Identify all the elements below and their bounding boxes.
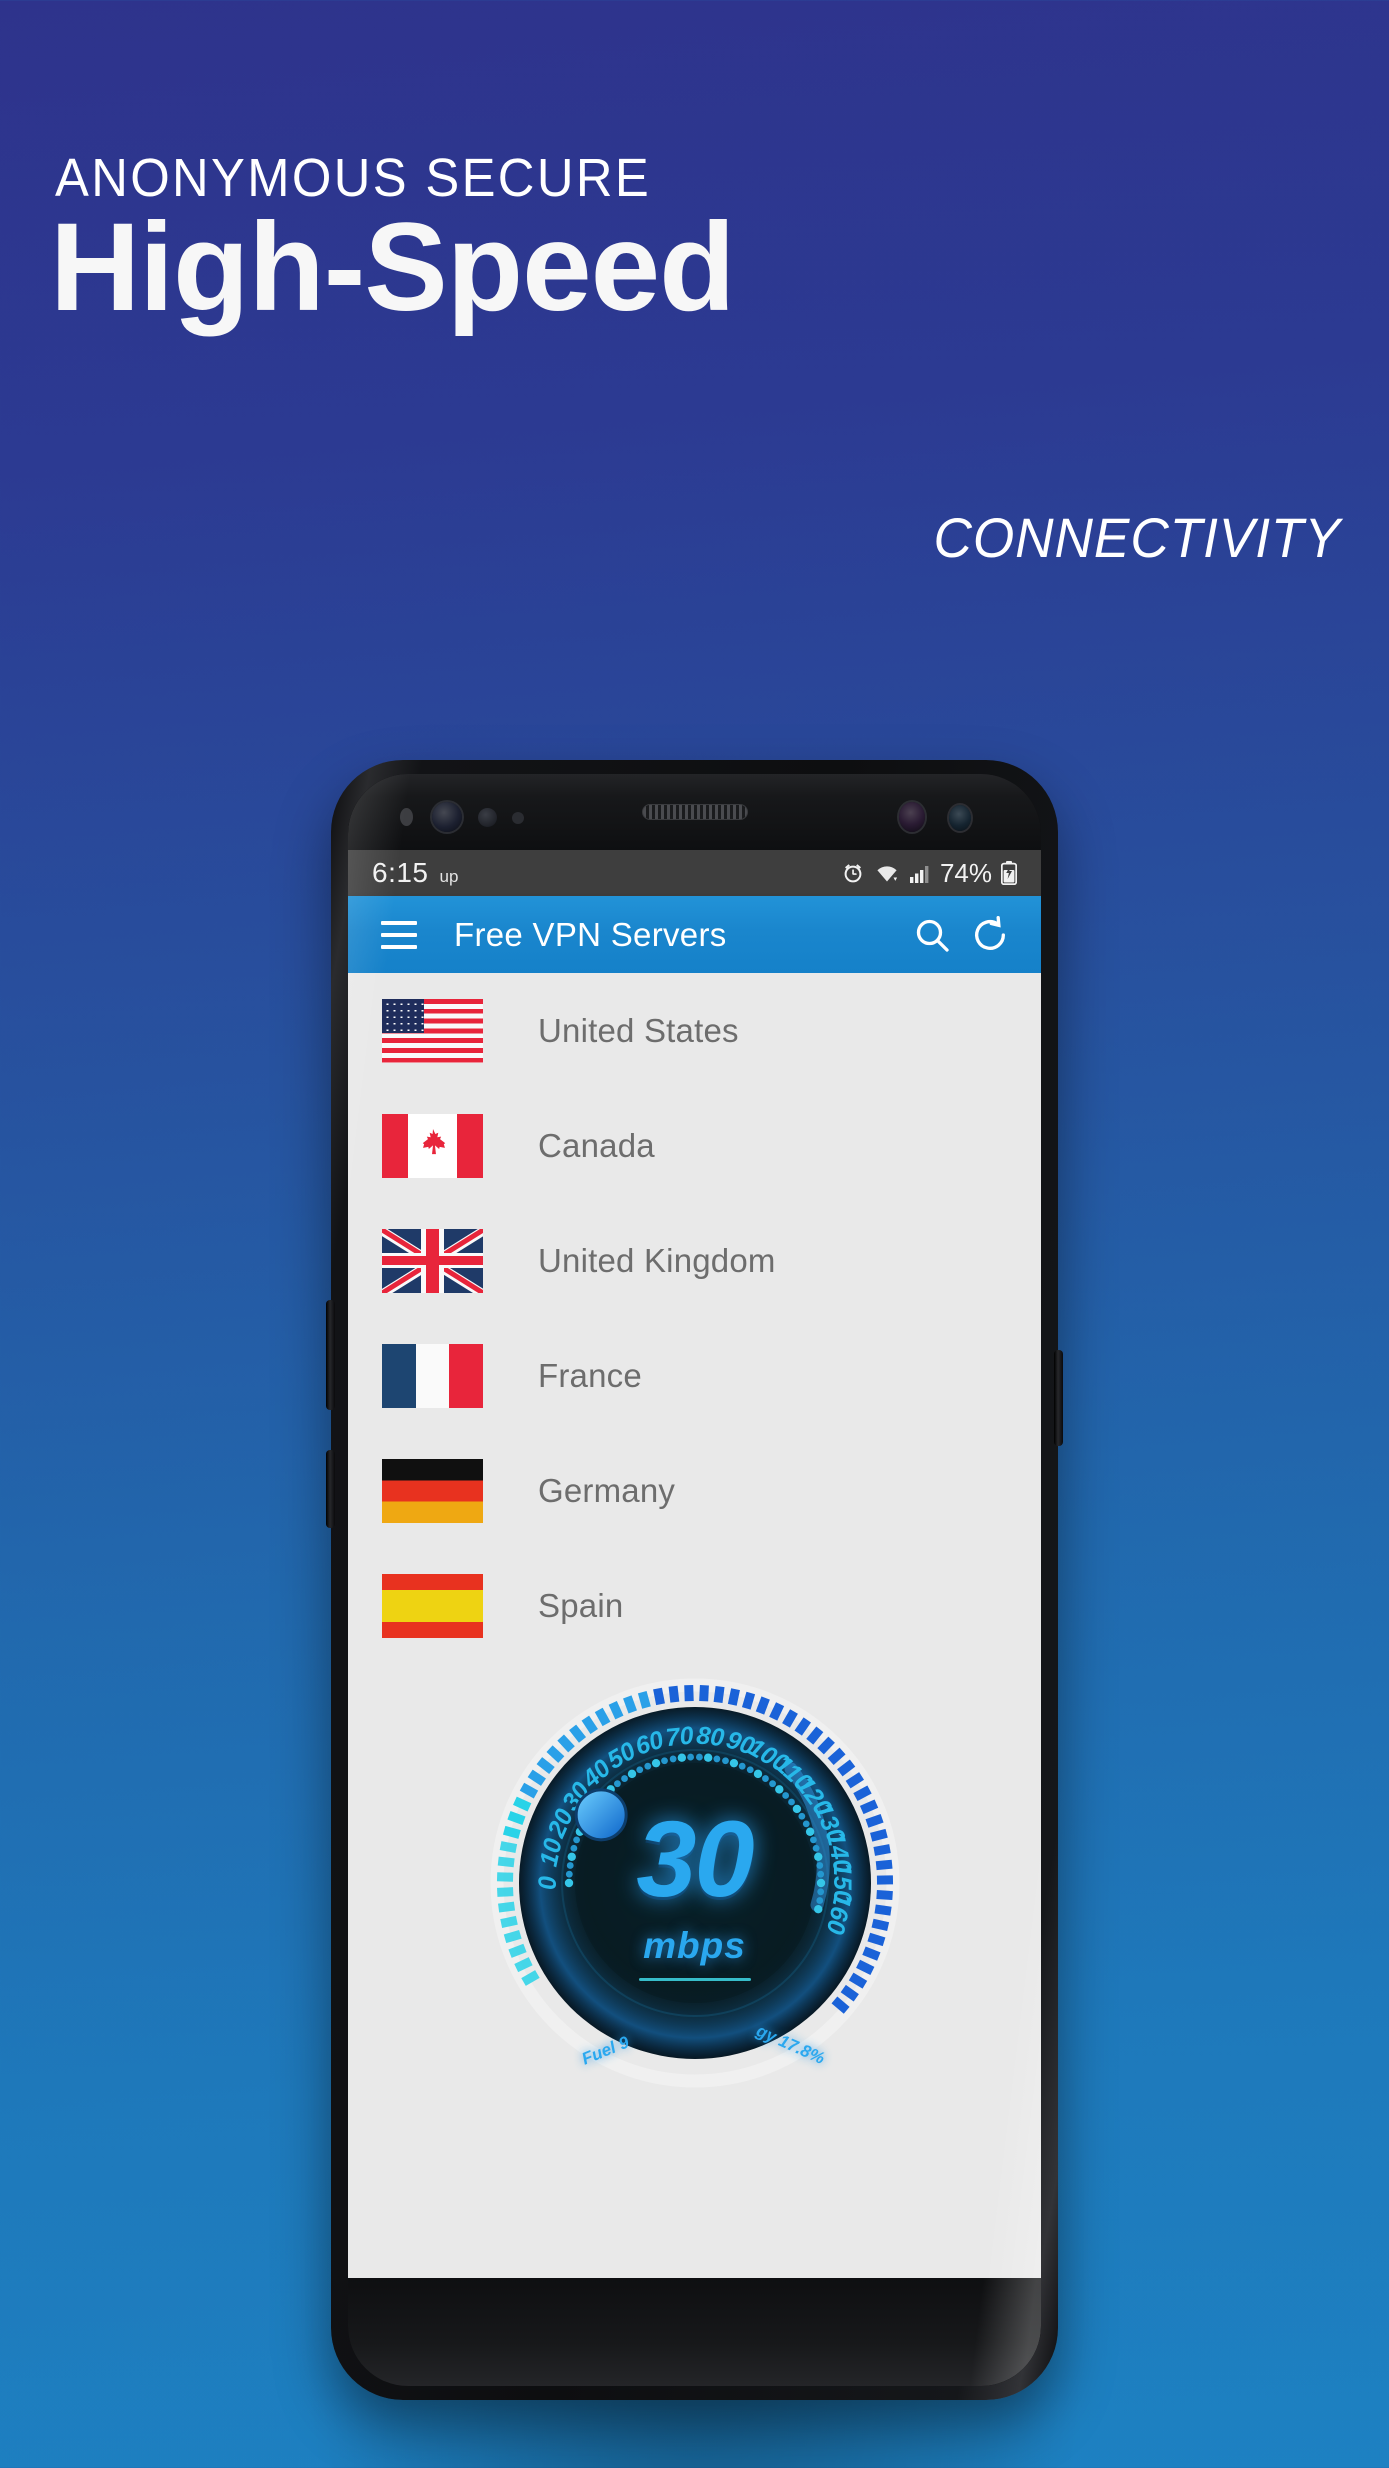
ca-flag-icon	[382, 1113, 483, 1178]
server-list: United States Canada United Kingdom Fran…	[348, 973, 1041, 1663]
power-button[interactable]	[1054, 1350, 1063, 1446]
server-name: Canada	[538, 1126, 655, 1164]
server-name: United States	[538, 1011, 739, 1049]
speedometer-footer: Fuel 9 gy 17.8%	[485, 2021, 905, 2075]
server-name: United Kingdom	[538, 1241, 776, 1279]
status-clock: 6:15	[372, 857, 429, 888]
hero-subtitle: CONNECTIVITY	[933, 506, 1341, 569]
volume-button[interactable]	[326, 1300, 335, 1410]
status-carrier-label: up	[439, 867, 459, 886]
list-item[interactable]: United Kingdom	[348, 1203, 1041, 1318]
light-sensor-icon	[400, 808, 413, 826]
fr-flag-icon	[382, 1343, 483, 1408]
list-item[interactable]: France	[348, 1318, 1041, 1433]
assistant-button[interactable]	[326, 1450, 335, 1528]
list-item[interactable]: Germany	[348, 1433, 1041, 1548]
battery-icon	[1001, 861, 1017, 885]
us-flag-icon	[382, 998, 483, 1063]
phone-screen: 6:15 up 74% Free VPN Servers United Stat…	[348, 850, 1041, 2278]
list-item[interactable]: Spain	[348, 1548, 1041, 1663]
hero-banner: ANONYMOUS SECURE High-Speed CONNECTIVITY	[0, 0, 1389, 600]
gb-flag-icon	[382, 1228, 483, 1293]
hero-title: High-Speed	[50, 198, 735, 337]
hamburger-menu-icon[interactable]	[370, 906, 428, 964]
svg-text:70: 70	[664, 1721, 695, 1752]
speed-value: 30	[636, 1798, 754, 1919]
status-battery-percent: 74%	[939, 857, 992, 888]
phone-bottom-bezel	[348, 2278, 1041, 2386]
status-bar-left: 6:15 up	[372, 857, 458, 889]
signal-icon	[909, 862, 931, 884]
proximity-sensor-icon	[512, 812, 524, 824]
iris-scanner-icon	[478, 808, 497, 827]
server-name: Germany	[538, 1471, 676, 1509]
earpiece-speaker-icon	[641, 804, 748, 820]
list-item[interactable]: United States	[348, 973, 1041, 1088]
gauge-footer-left: Fuel 9	[578, 2032, 632, 2069]
speed-underline	[638, 1978, 751, 1981]
alarm-icon	[841, 861, 865, 885]
de-flag-icon	[382, 1458, 483, 1523]
app-bar: Free VPN Servers	[348, 896, 1041, 973]
search-icon[interactable]	[903, 906, 961, 964]
speed-unit: mbps	[643, 1925, 746, 1966]
status-bar: 6:15 up 74%	[348, 850, 1041, 896]
app-bar-title: Free VPN Servers	[454, 915, 727, 953]
wifi-icon	[874, 862, 900, 884]
es-flag-icon	[382, 1573, 483, 1638]
phone-mockup: 6:15 up 74% Free VPN Servers United Stat…	[326, 760, 1063, 2400]
speedometer: 0 10 20 30 40 50 60 70 80 90 100 110 120 130 140 150 160…	[485, 1673, 905, 2093]
led-indicator-icon	[949, 805, 971, 831]
server-name: France	[538, 1356, 642, 1394]
phone-top-bezel	[348, 774, 1041, 850]
speed-gauge-container: 0 10 20 30 40 50 60 70 80 90 100 110 120 130 140 150 160…	[348, 1673, 1041, 2103]
ir-emitter-icon	[899, 802, 925, 832]
refresh-icon[interactable]	[961, 906, 1019, 964]
server-name: Spain	[538, 1586, 624, 1624]
status-bar-right: 74%	[841, 858, 1017, 889]
gauge-footer-right: gy 17.8%	[753, 2021, 828, 2069]
list-item[interactable]: Canada	[348, 1088, 1041, 1203]
svg-text:80: 80	[695, 1721, 726, 1752]
front-camera-icon	[432, 802, 462, 832]
phone-body: 6:15 up 74% Free VPN Servers United Stat…	[348, 774, 1041, 2386]
